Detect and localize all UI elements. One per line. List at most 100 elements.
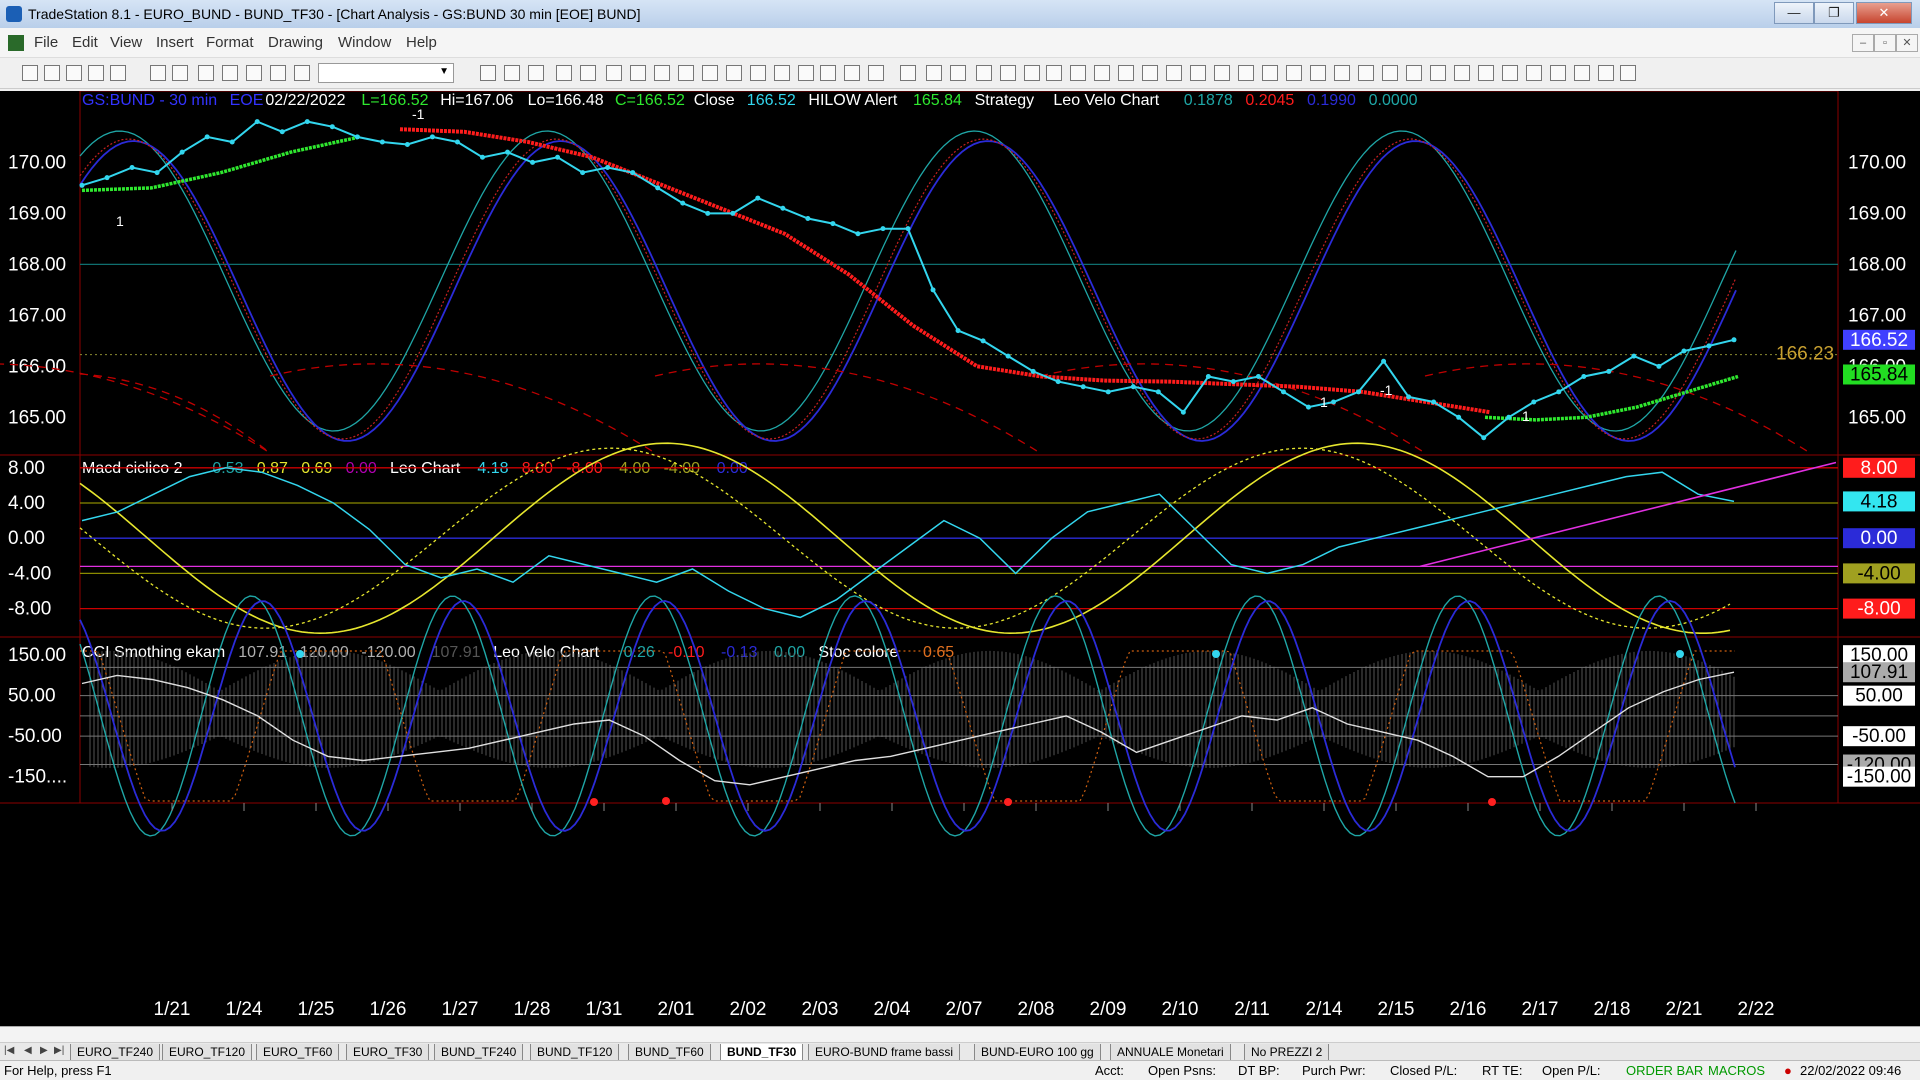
toolbar-tool-icon-48[interactable] xyxy=(1334,65,1350,81)
close-button[interactable]: ✕ xyxy=(1856,2,1912,24)
toolbar-tool-icon-31[interactable] xyxy=(926,65,942,81)
toolbar-tool-icon-4[interactable] xyxy=(110,65,126,81)
menu-file[interactable]: File xyxy=(34,34,58,51)
toolbar-tool-icon-23[interactable] xyxy=(726,65,742,81)
toolbar-tool-icon-38[interactable] xyxy=(1094,65,1110,81)
mdi-minimize-button[interactable]: – xyxy=(1852,34,1874,52)
toolbar-tool-icon-41[interactable] xyxy=(1166,65,1182,81)
macd-right-badge: 4.18 xyxy=(1861,491,1898,512)
toolbar-tool-icon-55[interactable] xyxy=(1502,65,1518,81)
workspace-tab-no-prezzi-2[interactable]: No PREZZI 2 xyxy=(1244,1044,1330,1061)
toolbar-tool-icon-30[interactable] xyxy=(900,65,916,81)
toolbar-tool-icon-53[interactable] xyxy=(1454,65,1470,81)
workspace-tab-bund-euro-100-gg[interactable]: BUND-EURO 100 gg xyxy=(974,1044,1101,1061)
order-bar-button[interactable]: ORDER BAR xyxy=(1626,1063,1703,1078)
workspace-tab-annuale-monetari[interactable]: ANNUALE Monetari xyxy=(1110,1044,1231,1061)
toolbar-tool-icon-29[interactable] xyxy=(868,65,884,81)
toolbar-tool-icon-51[interactable] xyxy=(1406,65,1422,81)
toolbar-tool-icon-57[interactable] xyxy=(1550,65,1566,81)
toolbar-tool-icon-24[interactable] xyxy=(750,65,766,81)
toolbar-tool-icon-37[interactable] xyxy=(1070,65,1086,81)
toolbar-tool-icon-1[interactable] xyxy=(44,65,60,81)
tab-next-arrow-icon[interactable]: ▶ xyxy=(40,1045,48,1056)
toolbar-tool-icon-7[interactable] xyxy=(198,65,214,81)
menu-drawing[interactable]: Drawing xyxy=(268,34,323,51)
workspace-tab-bund-tf120[interactable]: BUND_TF120 xyxy=(530,1044,620,1061)
tab-last-arrow-icon[interactable]: ▶| xyxy=(54,1045,64,1056)
workspace-tab-bund-tf240[interactable]: BUND_TF240 xyxy=(434,1044,524,1061)
toolbar-tool-icon-54[interactable] xyxy=(1478,65,1494,81)
mdi-close-button[interactable]: ✕ xyxy=(1896,34,1918,52)
toolbar-tool-icon-16[interactable] xyxy=(556,65,572,81)
toolbar-tool-icon-8[interactable] xyxy=(222,65,238,81)
toolbar-tool-icon-3[interactable] xyxy=(88,65,104,81)
toolbar-tool-icon-27[interactable] xyxy=(820,65,836,81)
toolbar-tool-icon-44[interactable] xyxy=(1238,65,1254,81)
toolbar-tool-icon-14[interactable] xyxy=(504,65,520,81)
toolbar-tool-icon-36[interactable] xyxy=(1046,65,1062,81)
toolbar-tool-icon-56[interactable] xyxy=(1526,65,1542,81)
toolbar-tool-icon-9[interactable] xyxy=(246,65,262,81)
chart-analysis-window[interactable]: 170.00 169.00 168.00 167.00 166.00 165.00 170.… xyxy=(0,91,1920,1026)
cci-right-badge: 50.00 xyxy=(1855,686,1903,707)
menu-insert[interactable]: Insert xyxy=(156,34,194,51)
toolbar-tool-icon-59[interactable] xyxy=(1598,65,1614,81)
toolbar-tool-icon-42[interactable] xyxy=(1190,65,1206,81)
workspace-tab-euro-bund-frame-bassi[interactable]: EURO-BUND frame bassi xyxy=(808,1044,961,1061)
toolbar-tool-icon-40[interactable] xyxy=(1142,65,1158,81)
workspace-tab-euro-tf240[interactable]: EURO_TF240 xyxy=(70,1044,161,1061)
restore-button[interactable]: ❐ xyxy=(1814,2,1854,24)
tab-prev-arrow-icon[interactable]: ◀ xyxy=(24,1045,32,1056)
mdi-restore-button[interactable]: ▫ xyxy=(1874,34,1896,52)
workspace-tab-euro-tf30[interactable]: EURO_TF30 xyxy=(346,1044,430,1061)
toolbar-tool-icon-19[interactable] xyxy=(630,65,646,81)
menu-edit[interactable]: Edit xyxy=(72,34,98,51)
toolbar-tool-icon-58[interactable] xyxy=(1574,65,1590,81)
toolbar-tool-icon-10[interactable] xyxy=(270,65,286,81)
toolbar-tool-icon-33[interactable] xyxy=(976,65,992,81)
menu-window[interactable]: Window xyxy=(338,34,391,51)
toolbar-tool-icon-46[interactable] xyxy=(1286,65,1302,81)
toolbar-tool-icon-18[interactable] xyxy=(606,65,622,81)
toolbar-tool-icon-20[interactable] xyxy=(654,65,670,81)
macros-button[interactable]: MACROS xyxy=(1708,1063,1765,1078)
toolbar-tool-icon-26[interactable] xyxy=(798,65,814,81)
price-point xyxy=(304,119,310,125)
menu-help[interactable]: Help xyxy=(406,34,437,51)
menu-view[interactable]: View xyxy=(110,34,142,51)
toolbar-tool-icon-25[interactable] xyxy=(774,65,790,81)
chevron-down-icon[interactable]: ▼ xyxy=(439,66,449,77)
symbol-combo[interactable]: ▼ xyxy=(318,63,454,83)
toolbar-tool-icon-49[interactable] xyxy=(1358,65,1374,81)
workspace-tab-euro-tf120[interactable]: EURO_TF120 xyxy=(162,1044,253,1061)
toolbar-tool-icon-28[interactable] xyxy=(844,65,860,81)
toolbar-tool-icon-60[interactable] xyxy=(1620,65,1636,81)
toolbar-tool-icon-47[interactable] xyxy=(1310,65,1326,81)
toolbar-tool-icon-11[interactable] xyxy=(294,65,310,81)
toolbar-tool-icon-22[interactable] xyxy=(702,65,718,81)
workspace-tab-bund-tf30[interactable]: BUND_TF30 xyxy=(720,1044,804,1061)
toolbar-tool-icon-45[interactable] xyxy=(1262,65,1278,81)
toolbar-tool-icon-52[interactable] xyxy=(1430,65,1446,81)
toolbar-tool-icon-34[interactable] xyxy=(1000,65,1016,81)
tab-first-arrow-icon[interactable]: |◀ xyxy=(4,1045,14,1056)
toolbar-tool-icon-39[interactable] xyxy=(1118,65,1134,81)
toolbar-tool-icon-6[interactable] xyxy=(172,65,188,81)
workspace-tab-bund-tf60[interactable]: BUND_TF60 xyxy=(628,1044,711,1061)
toolbar-tool-icon-5[interactable] xyxy=(150,65,166,81)
toolbar-tool-icon-43[interactable] xyxy=(1214,65,1230,81)
toolbar-tool-icon-32[interactable] xyxy=(950,65,966,81)
toolbar-tool-icon-50[interactable] xyxy=(1382,65,1398,81)
minimize-button[interactable]: — xyxy=(1774,2,1814,24)
toolbar-tool-icon-35[interactable] xyxy=(1024,65,1040,81)
toolbar-tool-icon-21[interactable] xyxy=(678,65,694,81)
toolbar-tool-icon-17[interactable] xyxy=(580,65,596,81)
toolbar-tool-icon-2[interactable] xyxy=(66,65,82,81)
chart-canvas[interactable]: 170.00 169.00 168.00 167.00 166.00 165.00 170.… xyxy=(0,91,1920,1026)
workspace-tab-euro-tf60[interactable]: EURO_TF60 xyxy=(256,1044,340,1061)
menu-format[interactable]: Format xyxy=(206,34,254,51)
horizontal-scrollbar[interactable] xyxy=(0,1027,1920,1043)
toolbar-tool-icon-13[interactable] xyxy=(480,65,496,81)
toolbar-tool-icon-0[interactable] xyxy=(22,65,38,81)
toolbar-tool-icon-15[interactable] xyxy=(528,65,544,81)
